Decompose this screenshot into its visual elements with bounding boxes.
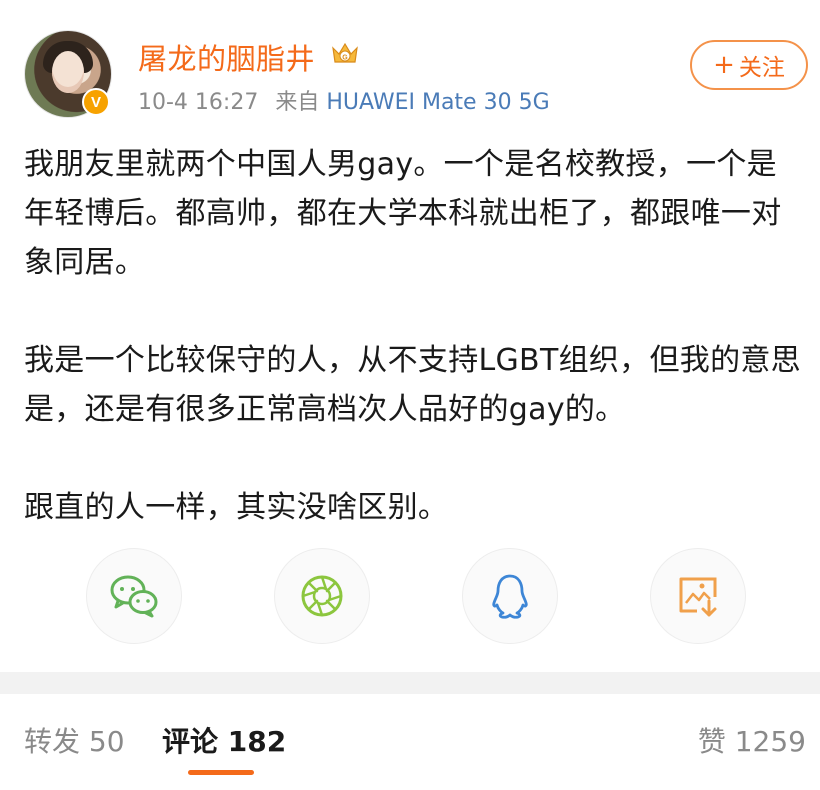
post-body: 我朋友里就两个中国人男gay。一个是名校教授，一个是年轻博后。都高帅，都在大学本… (24, 140, 804, 581)
share-qq-button[interactable] (462, 548, 558, 644)
post-paragraph: 我是一个比较保守的人，从不支持LGBT组织，但我的意思是，还是有很多正常高档次人… (24, 343, 801, 427)
wechat-icon (110, 575, 158, 618)
post-meta: 10-4 16:27 来自 HUAWEI Mate 30 5G (138, 84, 550, 116)
avatar-face (52, 51, 84, 93)
tab-comments[interactable]: 评论 182 (162, 720, 286, 760)
username[interactable]: 屠龙的胭脂井 (138, 36, 315, 78)
source-prefix: 来自 (275, 90, 320, 115)
interaction-tabs: 转发 50 评论 182 赞 1259 (0, 694, 820, 790)
follow-button[interactable]: + 关注 (690, 40, 808, 90)
vip-crown-icon: G (332, 42, 358, 63)
post-paragraph: 我朋友里就两个中国人男gay。一个是名校教授，一个是年轻博后。都高帅，都在大学本… (24, 147, 782, 280)
tab-likes[interactable]: 赞 1259 (698, 720, 806, 760)
svg-text:G: G (342, 55, 348, 62)
share-row (0, 548, 820, 644)
plus-icon: + (713, 50, 735, 80)
save-image-button[interactable] (650, 548, 746, 644)
post-paragraph: 跟直的人一样，其实没啥区别。 (24, 490, 449, 525)
share-wechat-button[interactable] (86, 548, 182, 644)
tab-repost[interactable]: 转发 50 (24, 720, 125, 760)
section-divider (0, 672, 820, 694)
save-image-icon (679, 577, 717, 617)
source-device-link[interactable]: HUAWEI Mate 30 5G (326, 90, 549, 115)
post-card: V 屠龙的胭脂井 G 10-4 16:27 来自 HUAWEI Mate 30 … (0, 0, 820, 672)
verified-badge-icon: V (82, 88, 110, 116)
share-moments-button[interactable] (274, 548, 370, 644)
qq-icon (492, 574, 528, 619)
timestamp: 10-4 16:27 (138, 90, 259, 115)
active-tab-indicator (188, 770, 254, 775)
moments-icon (301, 575, 343, 617)
follow-label: 关注 (738, 55, 785, 81)
